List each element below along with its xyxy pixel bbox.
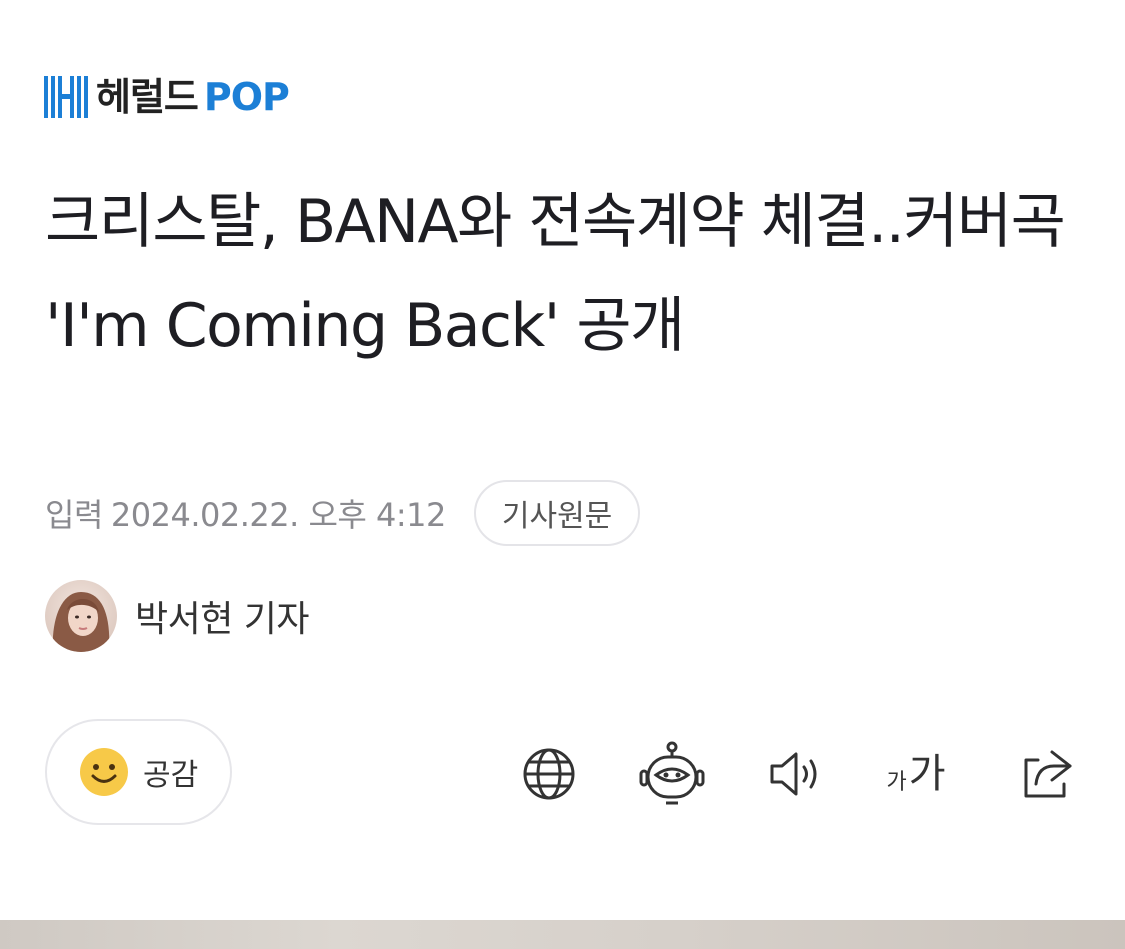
article-photo <box>0 920 1125 949</box>
publisher-suffix: POP <box>203 75 290 119</box>
original-article-button[interactable]: 기사원문 <box>473 480 641 546</box>
publish-date-value: 2024.02.22. 오후 4:12 <box>110 496 446 534</box>
speaker-icon <box>770 752 817 796</box>
publish-label: 입력 <box>45 496 103 534</box>
article-meta: 입력 2024.02.22. 오후 4:12 기사원문 <box>45 478 641 548</box>
author-name: 박서현 기자 <box>135 599 310 640</box>
article-page: 헤럴드 POP 크리스탈, BANA와 전속계약 체결..커버곡 'I'm Co… <box>0 0 1125 949</box>
text-to-speech-button[interactable] <box>760 738 832 810</box>
herald-logo-icon <box>44 76 88 118</box>
publisher-name: 헤럴드 <box>96 75 199 119</box>
publish-datetime: 입력 2024.02.22. 오후 4:12 <box>45 490 446 536</box>
avatar-photo-icon <box>45 580 117 652</box>
empathy-button[interactable]: 공감 <box>45 719 232 825</box>
publisher-logo[interactable]: 헤럴드 POP <box>44 74 290 120</box>
share-button[interactable] <box>1010 738 1082 810</box>
translate-button[interactable] <box>513 738 585 810</box>
font-size-icon: 가 가 <box>886 754 945 794</box>
font-big-glyph: 가 <box>908 751 946 797</box>
author-avatar <box>45 580 117 652</box>
author-info[interactable]: 박서현 기자 <box>45 580 310 652</box>
globe-icon <box>523 748 575 800</box>
empathy-label: 공감 <box>143 758 199 793</box>
font-size-button[interactable]: 가 가 <box>880 738 952 810</box>
smile-icon <box>80 748 128 796</box>
share-icon <box>1024 750 1072 798</box>
summary-bot-button[interactable] <box>636 734 708 814</box>
article-headline: 크리스탈, BANA와 전속계약 체결..커버곡 'I'm Coming Bac… <box>45 187 1066 361</box>
robot-summary-icon <box>639 741 705 805</box>
font-small-glyph: 가 <box>886 770 907 795</box>
